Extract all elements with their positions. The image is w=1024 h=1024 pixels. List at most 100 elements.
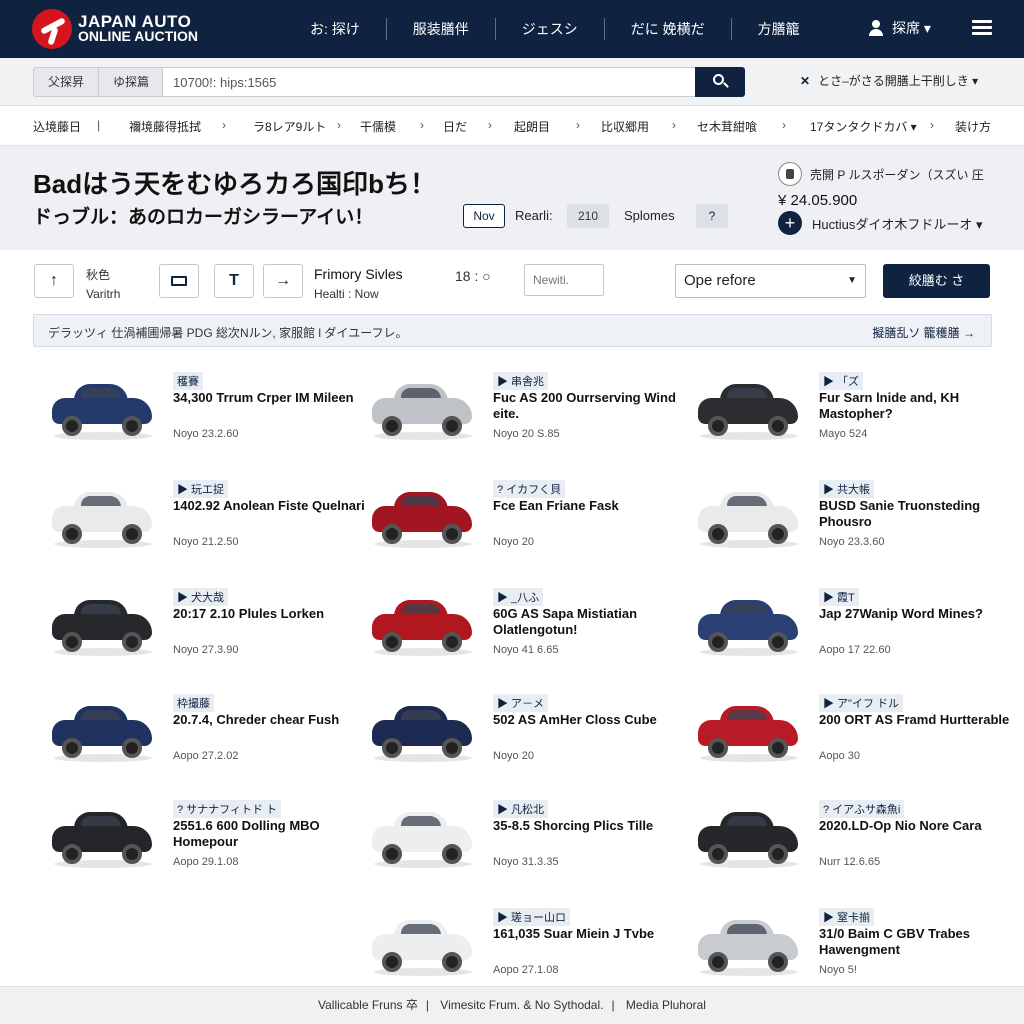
listing-date: Aopo 29.1.08	[173, 856, 239, 868]
listing-title[interactable]: 2020.LD-Op Nio Nore Cara	[819, 818, 1019, 834]
search-button[interactable]	[695, 67, 745, 97]
footer-link-3[interactable]: Media Pluhoral	[626, 998, 706, 1012]
footer-link-1[interactable]: Vallicable Fruns 卒	[318, 998, 418, 1012]
listing-tag: ? イカフく貝	[493, 480, 566, 498]
car-image[interactable]	[368, 594, 478, 656]
apply-filter-button[interactable]: 絞膳む さ	[883, 264, 990, 298]
new-items-field[interactable]	[524, 264, 604, 296]
listing-title[interactable]: 2551.6 600 Dolling MBO Homepour	[173, 818, 373, 850]
footer-link-2[interactable]: Vimesitc Frum. & No Sythodal.	[440, 998, 603, 1012]
hamburger-menu-icon[interactable]	[972, 20, 992, 36]
hero-pill-nov[interactable]: Nov	[463, 204, 505, 228]
listing-title[interactable]: 20.7.4, Chreder chear Fush	[173, 712, 373, 728]
listing-card[interactable]: 枠撮藤 20.7.4, Chreder chear Fush Aopo 27.2.0…	[48, 694, 368, 790]
car-image[interactable]	[694, 700, 804, 762]
hero-pill-210[interactable]: 210	[567, 204, 609, 228]
car-image[interactable]	[48, 378, 158, 440]
hero-pill-arrow[interactable]: ?	[696, 204, 728, 228]
listing-title[interactable]: 200 ORT AS Framd Hurtterable	[819, 712, 1019, 728]
language-selector[interactable]: ✕ とさ–がさる開膳上干削しき ▾	[800, 72, 978, 89]
listing-card[interactable]: ▶ 串舎兆 Fuc AS 200 Ourrserving Wind eite. No…	[368, 372, 688, 468]
nav-item-3[interactable]: ジェスシ	[494, 18, 604, 40]
user-menu[interactable]: 探席 ▾	[868, 18, 931, 38]
text-view-button[interactable]: T	[214, 264, 254, 298]
car-image[interactable]	[368, 914, 478, 976]
listing-date: Noyo 20 S.85	[493, 428, 560, 440]
notice-text: デラッツィ 仕渦補圃帰暑 PDG 総次Nルン, 家服館 l ダイユーフレ。	[48, 326, 408, 340]
car-image[interactable]	[48, 700, 158, 762]
category-item-1[interactable]: 込境藤日	[33, 118, 81, 135]
listing-title[interactable]: Fuc AS 200 Ourrserving Wind eite.	[493, 390, 693, 422]
category-item-3[interactable]: ラ8レア9ルト	[253, 118, 326, 135]
listing-date: Mayo 524	[819, 428, 868, 440]
listing-title[interactable]: Fce Ean Friane Fask	[493, 498, 693, 514]
car-image[interactable]	[368, 806, 478, 868]
listing-date: Aopo 30	[819, 750, 860, 762]
category-item-5[interactable]: 日だ	[443, 118, 467, 135]
category-item-10[interactable]: 装け方	[955, 118, 991, 135]
listing-card[interactable]: ▶ 凡松北 35-8.5 Shorcing Plics Tille Noyo 31.…	[368, 800, 688, 896]
brand-line-1: JAPAN AUTO	[78, 12, 192, 31]
listing-date: Noyo 31.3.35	[493, 856, 559, 868]
search-scope-option-2[interactable]: ゆ探篇	[99, 68, 163, 96]
listing-card[interactable]: ▶ ア"イフ ドル 200 ORT AS Framd Hurtterable Aop…	[694, 694, 1014, 790]
car-image[interactable]	[48, 594, 158, 656]
listing-card[interactable]: ? イアふサ森魚i 2020.LD-Op Nio Nore Cara Nurr 12…	[694, 800, 1014, 896]
category-dropdown[interactable]: 17タンタクドカバ ▾	[810, 118, 917, 135]
search-scope-toggle: 父探昇 ゆ探篇	[33, 67, 165, 97]
sort-select[interactable]: Ope refore ▼	[675, 264, 866, 298]
listing-title[interactable]: 31/0 Baim C GBV Trabes Hawengment	[819, 926, 1019, 958]
sort-up-button[interactable]: ↑	[34, 264, 74, 298]
car-image[interactable]	[48, 806, 158, 868]
car-image[interactable]	[48, 486, 158, 548]
listing-card[interactable]: ▶ 玩エ捉 1402.92 Anolean Fiste Quelnari Noyo …	[48, 480, 368, 576]
hero-add-action[interactable]: + Huctiusダイオ木フドルーオ ▾	[778, 211, 983, 235]
category-item-6[interactable]: 起朗目	[514, 118, 550, 135]
search-bar-row: 父探昇 ゆ探篇 ✕ とさ–がさる開膳上干削しき ▾	[0, 58, 1024, 106]
notice-link[interactable]: 擬膳乱ソ 籠穫膳 →	[872, 324, 975, 341]
listing-title[interactable]: 1402.92 Anolean Fiste Quelnari	[173, 498, 373, 514]
car-image[interactable]	[694, 806, 804, 868]
grid-view-button[interactable]	[159, 264, 199, 298]
car-image[interactable]	[694, 486, 804, 548]
forward-arrow-button[interactable]: →	[263, 264, 303, 298]
listing-card[interactable]: ? イカフく貝 Fce Ean Friane Fask Noyo 20	[368, 480, 688, 576]
nav-item-4[interactable]: だに 娩横だ	[603, 18, 731, 40]
category-item-4[interactable]: 干儒模	[360, 118, 396, 135]
brand-logo[interactable]: JAPAN AUTO ONLINE AUCTION	[32, 9, 198, 49]
category-item-2[interactable]: 禰境藤得抵拭	[129, 118, 201, 135]
listing-title[interactable]: 35-8.5 Shorcing Plics Tille	[493, 818, 693, 834]
search-input[interactable]	[162, 67, 696, 97]
listing-title[interactable]: 60G AS Sapa Mistiatian Olatlengotun!	[493, 606, 693, 638]
category-item-8[interactable]: セ木茸紺喰	[697, 118, 757, 135]
search-scope-option-1[interactable]: 父探昇	[34, 68, 100, 96]
car-image[interactable]	[368, 486, 478, 548]
nav-item-1[interactable]: お: 探け	[284, 18, 386, 40]
car-image[interactable]	[368, 700, 478, 762]
listing-tag: 枠撮藤	[173, 694, 214, 712]
nav-item-2[interactable]: 服装膳伴	[385, 18, 495, 40]
listing-card[interactable]: ▶ _八ふ 60G AS Sapa Mistiatian Olatlengotun…	[368, 588, 688, 684]
car-image[interactable]	[694, 914, 804, 976]
listing-title[interactable]: 161,035 Suar Miein J Tvbe	[493, 926, 693, 942]
listing-title[interactable]: 34,300 Trrum Crper IM Mileen	[173, 390, 373, 406]
listing-title[interactable]: BUSD Sanie Truonsteding Phousro	[819, 498, 1019, 530]
listing-card[interactable]: ▶ 共大帳 BUSD Sanie Truonsteding Phousro Noyo…	[694, 480, 1014, 576]
listing-date: Noyo 20	[493, 750, 534, 762]
listing-title[interactable]: Jap 27Wanip Word Mines?	[819, 606, 1019, 622]
listing-card[interactable]: ▶ ア－メ 502 AS AmHer Closs Cube Noyo 20	[368, 694, 688, 790]
listing-card[interactable]: 穫賽 34,300 Trrum Crper IM Mileen Noyo 23.2.…	[48, 372, 368, 468]
listing-card[interactable]: ? サナナフィトド ト 2551.6 600 Dolling MBO Homepo…	[48, 800, 368, 896]
car-image[interactable]	[694, 378, 804, 440]
listing-card[interactable]: ▶ 霞T Jap 27Wanip Word Mines? Aopo 17 22.60	[694, 588, 1014, 684]
listing-card[interactable]: ▶ 「ズ Fur Sarn lnide and, KH Mastopher? May…	[694, 372, 1014, 468]
category-item-7[interactable]: 比収郷用	[601, 118, 649, 135]
car-image[interactable]	[368, 378, 478, 440]
listing-title[interactable]: 20:17 2.10 Plules Lorken	[173, 606, 373, 622]
listing-tag: ▶ ア"イフ ドル	[819, 694, 904, 712]
listing-title[interactable]: Fur Sarn lnide and, KH Mastopher?	[819, 390, 1019, 422]
car-image[interactable]	[694, 594, 804, 656]
listing-title[interactable]: 502 AS AmHer Closs Cube	[493, 712, 693, 728]
nav-item-5[interactable]: 方膳籠	[730, 18, 826, 40]
listing-card[interactable]: ▶ 犬大哉 20:17 2.10 Plules Lorken Noyo 27.3.9…	[48, 588, 368, 684]
